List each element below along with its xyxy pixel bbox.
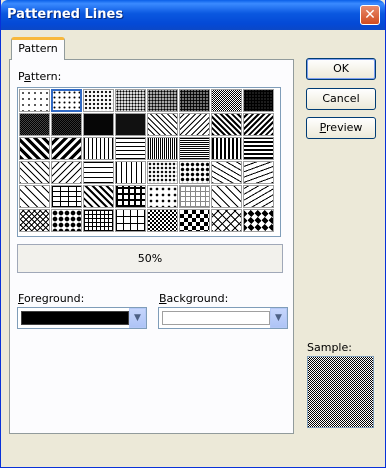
pattern-swatch-small-confetti[interactable]	[147, 161, 178, 184]
sample-label: Sample:	[307, 341, 352, 354]
title-bar[interactable]: Patterned Lines ✕	[1, 0, 385, 30]
pattern-swatch-25-percent[interactable]	[115, 89, 146, 112]
pattern-swatch-dark-downward-diagonal[interactable]	[211, 113, 242, 136]
pattern-swatch-trellis[interactable]	[19, 209, 50, 232]
pattern-swatch-wave[interactable]	[243, 161, 274, 184]
pattern-swatch-light-downward-diagonal[interactable]	[147, 113, 178, 136]
preview-button[interactable]: Preview	[306, 117, 376, 139]
pattern-swatch-dark-upward-diagonal[interactable]	[243, 113, 274, 136]
foreground-color-swatch	[21, 311, 129, 325]
pattern-swatch-dark-vertical[interactable]	[211, 137, 242, 160]
pattern-swatch-sphere[interactable]	[51, 209, 82, 232]
background-label: Background:	[159, 292, 229, 305]
pattern-swatch-60-percent[interactable]	[243, 89, 274, 112]
pattern-swatch-70-percent[interactable]	[19, 113, 50, 136]
pattern-swatch-outlined-diamond[interactable]	[211, 209, 242, 232]
pattern-swatch-dashed-vertical[interactable]	[115, 161, 146, 184]
pattern-swatch-narrow-horizontal[interactable]	[179, 137, 210, 160]
pattern-swatch-dashed-horizontal[interactable]	[83, 161, 114, 184]
pattern-swatch-90-percent[interactable]	[115, 113, 146, 136]
pattern-swatch-large-checkerboard[interactable]	[179, 209, 210, 232]
pattern-swatch-wide-upward-diagonal[interactable]	[51, 137, 82, 160]
background-dropdown-button[interactable]: ▼	[270, 308, 287, 328]
pattern-swatch-wide-downward-diagonal[interactable]	[19, 137, 50, 160]
pattern-swatch-light-horizontal[interactable]	[115, 137, 146, 160]
pattern-swatch-diagonal-brick[interactable]	[19, 185, 50, 208]
ok-button[interactable]: OK	[306, 58, 376, 80]
pattern-swatch-20-percent[interactable]	[83, 89, 114, 112]
pattern-swatch-solid-diamond[interactable]	[243, 209, 274, 232]
pattern-swatch-40-percent[interactable]	[179, 89, 210, 112]
chevron-down-icon: ▼	[275, 313, 282, 323]
pattern-swatch-horizontal-brick[interactable]	[51, 185, 82, 208]
sample-preview	[307, 356, 374, 428]
tab-pattern[interactable]: Pattern	[11, 37, 65, 60]
pattern-swatch-small-grid[interactable]	[83, 209, 114, 232]
background-color-swatch	[162, 311, 270, 325]
pattern-swatch-narrow-vertical[interactable]	[147, 137, 178, 160]
pattern-swatch-dotted-diamond[interactable]	[211, 185, 242, 208]
selected-pattern-name: 50%	[17, 244, 283, 273]
pattern-swatch-small-checkerboard[interactable]	[147, 209, 178, 232]
foreground-label: Foreground:	[18, 292, 85, 305]
dialog-window: Patterned Lines ✕ Pattern Pattern: 50% F…	[0, 0, 386, 468]
pattern-swatch-zig-zag[interactable]	[211, 161, 242, 184]
chevron-down-icon: ▼	[134, 313, 141, 323]
window-title: Patterned Lines	[7, 7, 124, 22]
foreground-color-dropdown[interactable]: ▼	[17, 307, 147, 329]
pattern-swatch-30-percent[interactable]	[147, 89, 178, 112]
pattern-swatch-dotted-grid[interactable]	[179, 185, 210, 208]
pattern-swatch-divot[interactable]	[147, 185, 178, 208]
pattern-swatch-50-percent[interactable]	[211, 89, 242, 112]
pattern-swatch-dashed-upward-diagonal[interactable]	[51, 161, 82, 184]
pattern-swatch-dashed-downward-diagonal[interactable]	[19, 161, 50, 184]
pattern-swatch-large-confetti[interactable]	[179, 161, 210, 184]
pattern-swatch-dark-horizontal[interactable]	[243, 137, 274, 160]
pattern-swatch-75-percent[interactable]	[51, 113, 82, 136]
pattern-swatch-80-percent[interactable]	[83, 113, 114, 136]
pattern-swatch-weave[interactable]	[83, 185, 114, 208]
pattern-swatch-large-grid[interactable]	[115, 209, 146, 232]
cancel-button[interactable]: Cancel	[306, 88, 376, 110]
pattern-swatch-plaid[interactable]	[115, 185, 146, 208]
pattern-swatch-light-vertical[interactable]	[83, 137, 114, 160]
close-button[interactable]: ✕	[360, 5, 380, 25]
pattern-swatch-5-percent[interactable]	[19, 89, 50, 112]
background-color-dropdown[interactable]: ▼	[158, 307, 288, 329]
pattern-swatch-light-upward-diagonal[interactable]	[179, 113, 210, 136]
pattern-grid[interactable]	[17, 87, 281, 237]
close-icon: ✕	[364, 7, 376, 23]
pattern-swatch-shingle[interactable]	[243, 185, 274, 208]
pattern-swatch-10-percent[interactable]	[51, 89, 82, 112]
foreground-dropdown-button[interactable]: ▼	[129, 308, 146, 328]
pattern-label: Pattern:	[18, 70, 62, 83]
